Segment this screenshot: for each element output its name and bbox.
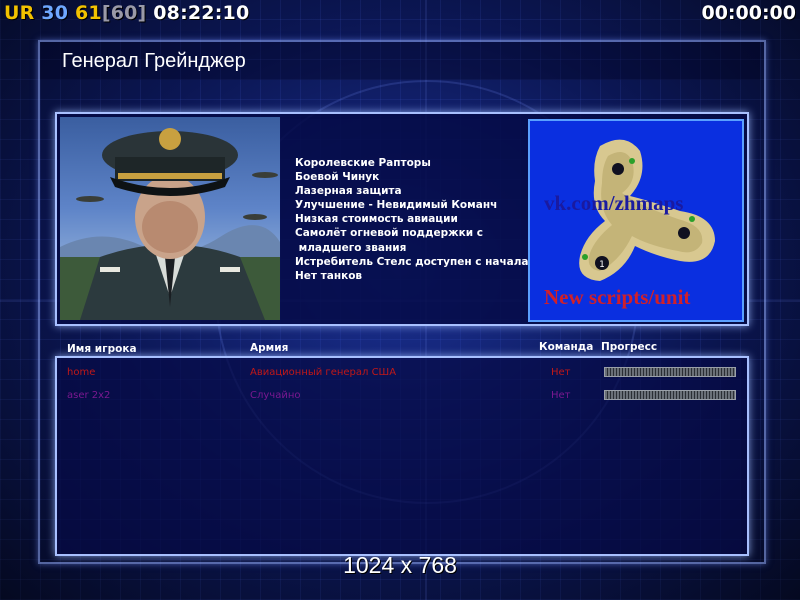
feature-item: Королевские Рапторы [295, 157, 431, 169]
header-progress: Прогресс [601, 341, 658, 353]
feature-item: Улучшение - Невидимый Команч [295, 199, 498, 212]
feature-item: Нет танков [295, 269, 363, 282]
map-watermark-top: vk.com/zhmaps [544, 191, 684, 215]
feature-item: Низкая стоимость авиации [295, 213, 458, 226]
player-team: Нет [551, 367, 571, 378]
hud-stats: UR 30 61[60] 08:22:10 [4, 2, 249, 24]
player-progress-bar [604, 390, 736, 400]
hud-stat-b-max: [60] [101, 2, 147, 24]
general-features-list: Королевские Рапторы Боевой Чинук Лазерна… [295, 156, 529, 283]
feature-item: Самолёт огневой поддержки с [295, 227, 483, 240]
hud-stat-b: 61 [74, 2, 102, 24]
feature-item: младшего звания [295, 241, 407, 254]
resolution-label: 1024 x 768 [343, 552, 457, 578]
header-army: Армия [250, 342, 289, 354]
general-portrait-image [60, 128, 280, 320]
feature-item: Истребитель Стелс доступен с начала [295, 255, 529, 268]
player-army: Случайно [250, 390, 301, 401]
header-team: Команда [539, 341, 594, 353]
players-panel [55, 356, 749, 556]
general-name: Генерал Грейнджер [62, 50, 246, 72]
player-team: Нет [551, 390, 571, 401]
player-name: home [67, 367, 96, 378]
general-portrait [60, 117, 280, 320]
header-player-name: Имя игрока [67, 343, 137, 355]
map-preview: 1 vk.com/zhmaps New scripts/unit [528, 119, 744, 322]
hud-clock: 08:22:10 [153, 2, 250, 24]
feature-item: Боевой Чинук [295, 171, 380, 184]
hud-stat-a: 30 [41, 2, 69, 24]
hud-ur: UR [4, 2, 35, 24]
player-name: aser 2x2 [67, 390, 111, 401]
player-progress-bar [604, 367, 736, 377]
hud-timer: 00:00:00 [701, 2, 796, 24]
map-watermark-bottom: New scripts/unit [544, 285, 691, 309]
player-army: Авиационный генерал США [250, 367, 397, 378]
feature-item: Лазерная защита [295, 185, 402, 198]
map-start-marker: 1 [599, 260, 605, 270]
